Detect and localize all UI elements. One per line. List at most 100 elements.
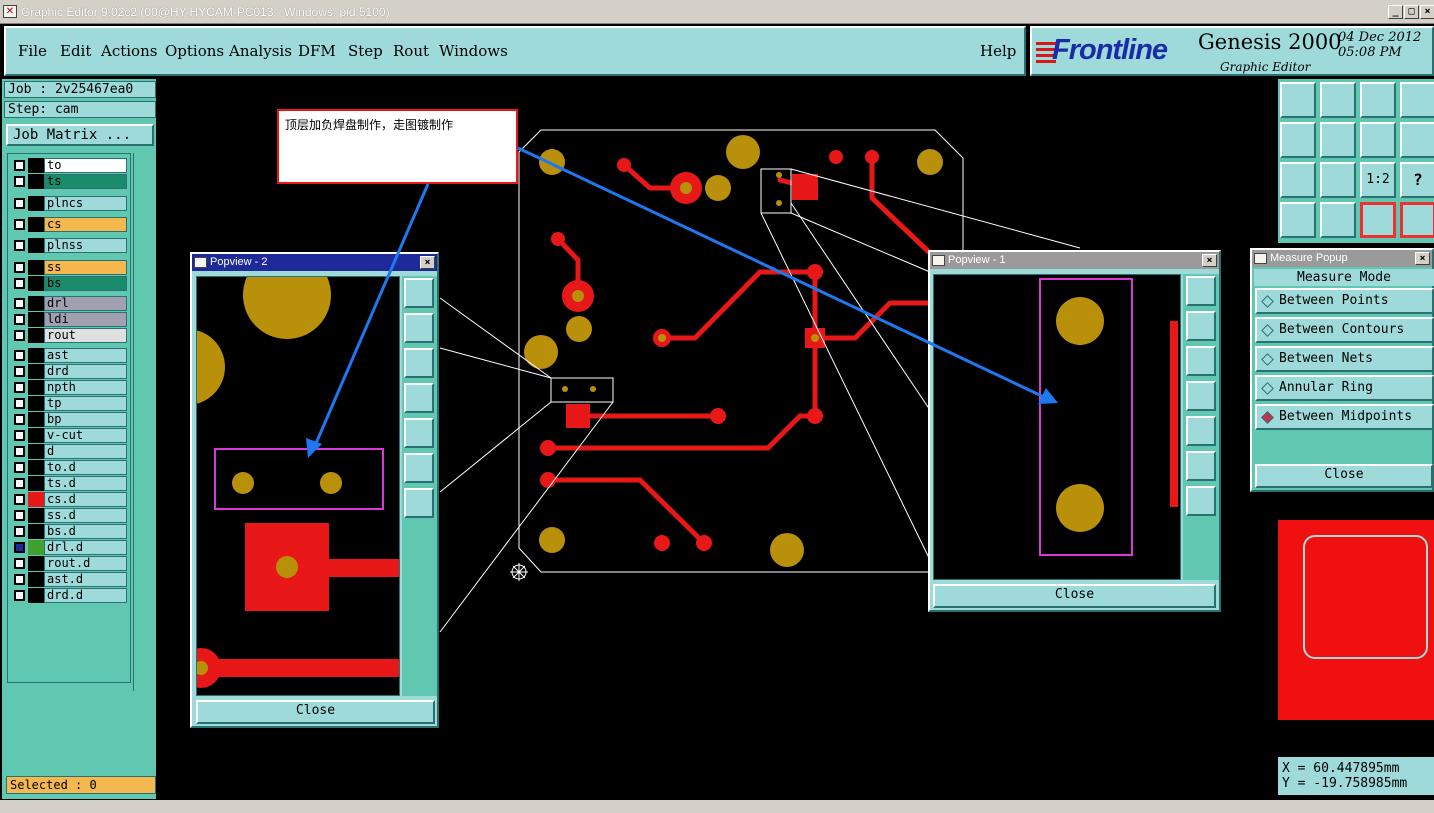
layer-row-v-cut[interactable]: v-cut: [10, 428, 131, 443]
measure-close-icon[interactable]: ×: [1415, 252, 1430, 265]
layer-color-swatch[interactable]: [28, 428, 44, 443]
layer-list-scrollbar[interactable]: [133, 153, 155, 691]
layer-row-cs-d[interactable]: cs.d: [10, 492, 131, 507]
popview-2-close-button[interactable]: Close: [196, 700, 435, 724]
layer-name[interactable]: bs.d: [44, 524, 127, 539]
layer-checkbox[interactable]: [14, 298, 25, 309]
pv1-tool-pan-down-icon[interactable]: [1186, 346, 1216, 376]
tool-home-icon[interactable]: [1360, 82, 1396, 118]
layer-checkbox[interactable]: [14, 510, 25, 521]
layer-checkbox[interactable]: [14, 478, 25, 489]
popview-2-view[interactable]: [196, 276, 400, 696]
layer-checkbox[interactable]: [14, 590, 25, 601]
layer-checkbox[interactable]: [14, 574, 25, 585]
layer-name[interactable]: to: [44, 158, 127, 173]
tool-net-alt-icon[interactable]: [1400, 202, 1434, 238]
layer-name[interactable]: rout: [44, 328, 127, 343]
layer-checkbox[interactable]: [14, 414, 25, 425]
layer-row-plnss[interactable]: plnss: [10, 238, 131, 253]
popview-1-close-button[interactable]: Close: [933, 584, 1216, 608]
layer-row-ast[interactable]: ast: [10, 348, 131, 363]
layer-checkbox[interactable]: [14, 219, 25, 230]
layer-row-ss[interactable]: ss: [10, 260, 131, 275]
layer-checkbox[interactable]: [14, 542, 25, 553]
layer-color-swatch[interactable]: [28, 556, 44, 571]
layer-color-swatch[interactable]: [28, 196, 44, 211]
layer-name[interactable]: drl: [44, 296, 127, 311]
pv1-tool-zoom-out-icon[interactable]: [1186, 486, 1216, 516]
pv1-tool-zoom-fit-icon[interactable]: [1186, 276, 1216, 306]
pv1-tool-zoom-in-icon[interactable]: [1186, 451, 1216, 481]
layer-row-ldi[interactable]: ldi: [10, 312, 131, 327]
menu-analysis[interactable]: Analysis: [229, 42, 292, 60]
tool-zoom-fit-icon[interactable]: [1280, 162, 1316, 198]
layer-color-swatch[interactable]: [28, 476, 44, 491]
layer-row-d[interactable]: d: [10, 444, 131, 459]
pv2-tool-pan-up-icon[interactable]: [404, 313, 434, 343]
layer-row-to[interactable]: to: [10, 158, 131, 173]
layer-name[interactable]: drl.d: [44, 540, 127, 555]
layer-name[interactable]: bs: [44, 276, 127, 291]
layer-color-swatch[interactable]: [28, 524, 44, 539]
layer-color-swatch[interactable]: [28, 328, 44, 343]
layer-name[interactable]: to.d: [44, 460, 127, 475]
layer-name[interactable]: v-cut: [44, 428, 127, 443]
tool-split-icon[interactable]: [1400, 82, 1434, 118]
layer-row-drl-d[interactable]: drl.d: [10, 540, 131, 555]
layer-color-swatch[interactable]: [28, 174, 44, 189]
tool-help-icon[interactable]: ?: [1400, 162, 1434, 198]
layer-name[interactable]: ast.d: [44, 572, 127, 587]
layer-checkbox[interactable]: [14, 462, 25, 473]
popview-1-close-icon[interactable]: ×: [1202, 254, 1217, 267]
layer-name[interactable]: ldi: [44, 312, 127, 327]
layer-name[interactable]: ss: [44, 260, 127, 275]
job-matrix-button[interactable]: Job Matrix ...: [6, 124, 154, 146]
layer-checkbox[interactable]: [14, 382, 25, 393]
layer-name[interactable]: rout.d: [44, 556, 127, 571]
layer-row-drl[interactable]: drl: [10, 296, 131, 311]
tool-undo-icon[interactable]: [1360, 122, 1396, 158]
layer-checkbox[interactable]: [14, 278, 25, 289]
layer-color-swatch[interactable]: [28, 588, 44, 603]
menu-windows[interactable]: Windows: [439, 42, 508, 60]
measure-option-annular-ring[interactable]: Annular Ring: [1255, 375, 1434, 401]
layer-checkbox[interactable]: [14, 160, 25, 171]
menu-edit[interactable]: Edit: [60, 42, 91, 60]
layer-name[interactable]: bp: [44, 412, 127, 427]
layer-color-swatch[interactable]: [28, 348, 44, 363]
layer-name[interactable]: tp: [44, 396, 127, 411]
layer-row-npth[interactable]: npth: [10, 380, 131, 395]
layer-checkbox[interactable]: [14, 446, 25, 457]
layer-checkbox[interactable]: [14, 430, 25, 441]
measure-option-between-points[interactable]: Between Points: [1255, 288, 1434, 314]
close-window-button[interactable]: ×: [1420, 5, 1434, 19]
tool-scale-icon[interactable]: 1:2: [1360, 162, 1396, 198]
layer-color-swatch[interactable]: [28, 380, 44, 395]
tool-import-icon[interactable]: [1320, 82, 1356, 118]
layer-color-swatch[interactable]: [28, 312, 44, 327]
layer-checkbox[interactable]: [14, 350, 25, 361]
menu-file[interactable]: File: [18, 42, 47, 60]
popview-2-close-icon[interactable]: ×: [420, 256, 435, 269]
tool-snap-icon[interactable]: [1400, 122, 1434, 158]
layer-row-drd-d[interactable]: drd.d: [10, 588, 131, 603]
popview-1-view[interactable]: [933, 274, 1181, 580]
maximize-button[interactable]: □: [1404, 5, 1419, 19]
layer-name[interactable]: ss.d: [44, 508, 127, 523]
layer-name[interactable]: drd: [44, 364, 127, 379]
layer-row-rout[interactable]: rout: [10, 328, 131, 343]
pv1-tool-pan-up-icon[interactable]: [1186, 311, 1216, 341]
tool-net-icon[interactable]: [1360, 202, 1396, 238]
layer-checkbox[interactable]: [14, 494, 25, 505]
layer-checkbox[interactable]: [14, 262, 25, 273]
layer-row-plncs[interactable]: plncs: [10, 196, 131, 211]
menu-step[interactable]: Step: [348, 42, 383, 60]
measure-option-between-nets[interactable]: Between Nets: [1255, 346, 1434, 372]
layer-color-swatch[interactable]: [28, 217, 44, 232]
layer-name[interactable]: cs.d: [44, 492, 127, 507]
layer-name[interactable]: plncs: [44, 196, 127, 211]
layer-name[interactable]: ts: [44, 174, 127, 189]
layer-color-swatch[interactable]: [28, 460, 44, 475]
layer-color-swatch[interactable]: [28, 444, 44, 459]
pv2-tool-pan-left-icon[interactable]: [404, 383, 434, 413]
